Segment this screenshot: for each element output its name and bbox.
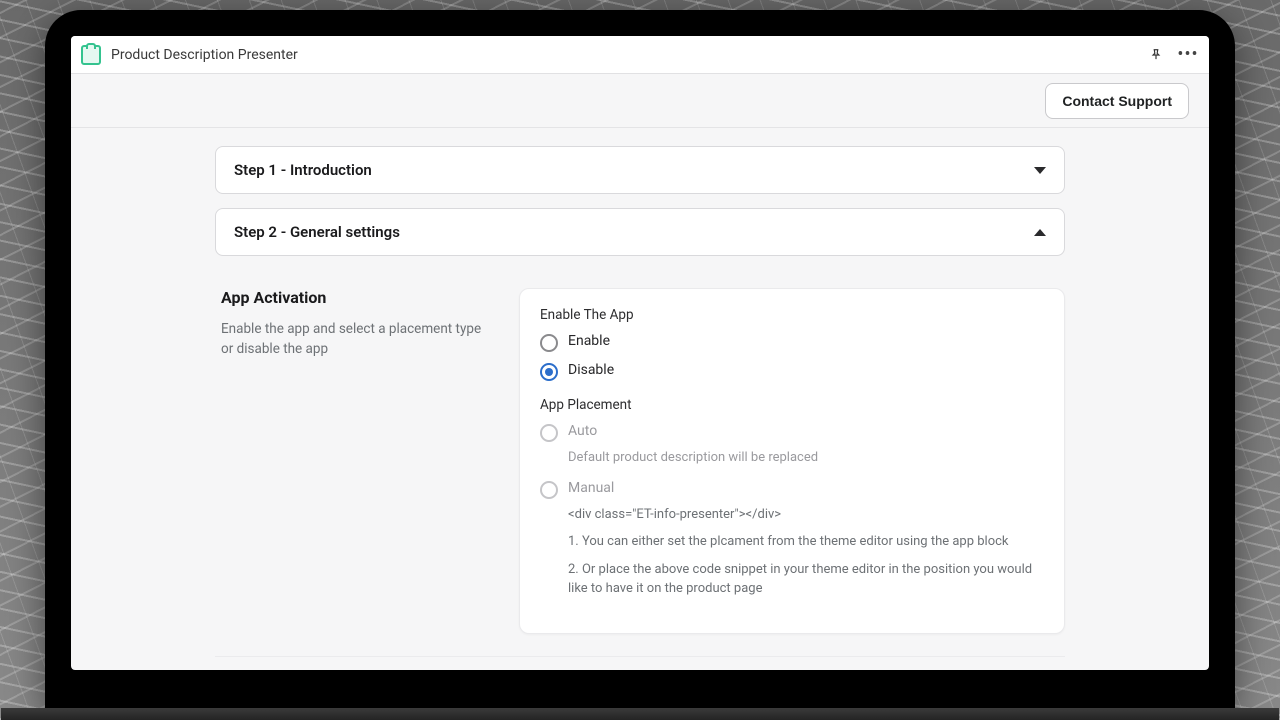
manual-hint-1: 1. You can either set the plcament from … bbox=[568, 532, 1044, 552]
placement-label: App Placement bbox=[540, 397, 1044, 413]
app-logo-icon bbox=[81, 45, 101, 65]
actionbar: Contact Support bbox=[71, 74, 1209, 128]
step-1-accordion[interactable]: Step 1 - Introduction bbox=[215, 146, 1065, 194]
contact-support-button[interactable]: Contact Support bbox=[1045, 83, 1189, 119]
radio-icon bbox=[540, 334, 558, 352]
radio-enable[interactable]: Enable bbox=[540, 333, 1044, 352]
radio-icon bbox=[540, 363, 558, 381]
activation-card: Enable The App Enable Disable App Placem… bbox=[519, 288, 1065, 634]
more-icon[interactable]: ••• bbox=[1177, 44, 1199, 66]
chevron-up-icon bbox=[1034, 229, 1046, 236]
radio-disable-label: Disable bbox=[568, 362, 614, 378]
radio-enable-label: Enable bbox=[568, 333, 610, 349]
manual-hint-2: 2. Or place the above code snippet in yo… bbox=[568, 560, 1044, 599]
main-content: Step 1 - Introduction Step 2 - General s… bbox=[71, 128, 1209, 670]
step-2-title: Step 2 - General settings bbox=[234, 223, 400, 241]
section-app-activation: App Activation Enable the app and select… bbox=[215, 270, 1065, 657]
step-2-panel: App Activation Enable the app and select… bbox=[215, 270, 1065, 670]
radio-auto-label: Auto bbox=[568, 423, 597, 439]
radio-manual-label: Manual bbox=[568, 480, 614, 496]
chevron-down-icon bbox=[1034, 167, 1046, 174]
radio-auto[interactable]: Auto bbox=[540, 423, 1044, 442]
laptop-frame: Product Description Presenter ••• Contac… bbox=[45, 10, 1235, 710]
activation-title: App Activation bbox=[221, 288, 495, 307]
step-2-accordion[interactable]: Step 2 - General settings bbox=[215, 208, 1065, 256]
manual-code: <div class="ET-info-presenter"></div> bbox=[568, 505, 1044, 525]
app-screen: Product Description Presenter ••• Contac… bbox=[71, 36, 1209, 670]
laptop-base bbox=[1, 708, 1279, 720]
radio-manual[interactable]: Manual bbox=[540, 480, 1044, 499]
auto-hint: Default product description will be repl… bbox=[568, 448, 1044, 468]
radio-disable[interactable]: Disable bbox=[540, 362, 1044, 381]
radio-icon bbox=[540, 481, 558, 499]
pin-icon[interactable] bbox=[1145, 44, 1167, 66]
step-1-title: Step 1 - Introduction bbox=[234, 161, 372, 179]
enable-app-label: Enable The App bbox=[540, 307, 1044, 323]
radio-icon bbox=[540, 424, 558, 442]
app-title: Product Description Presenter bbox=[111, 47, 298, 63]
activation-desc: Enable the app and select a placement ty… bbox=[221, 319, 495, 360]
section-heading-level: Heading Level Choose a heading level to … bbox=[215, 657, 1065, 671]
topbar: Product Description Presenter ••• bbox=[71, 36, 1209, 74]
